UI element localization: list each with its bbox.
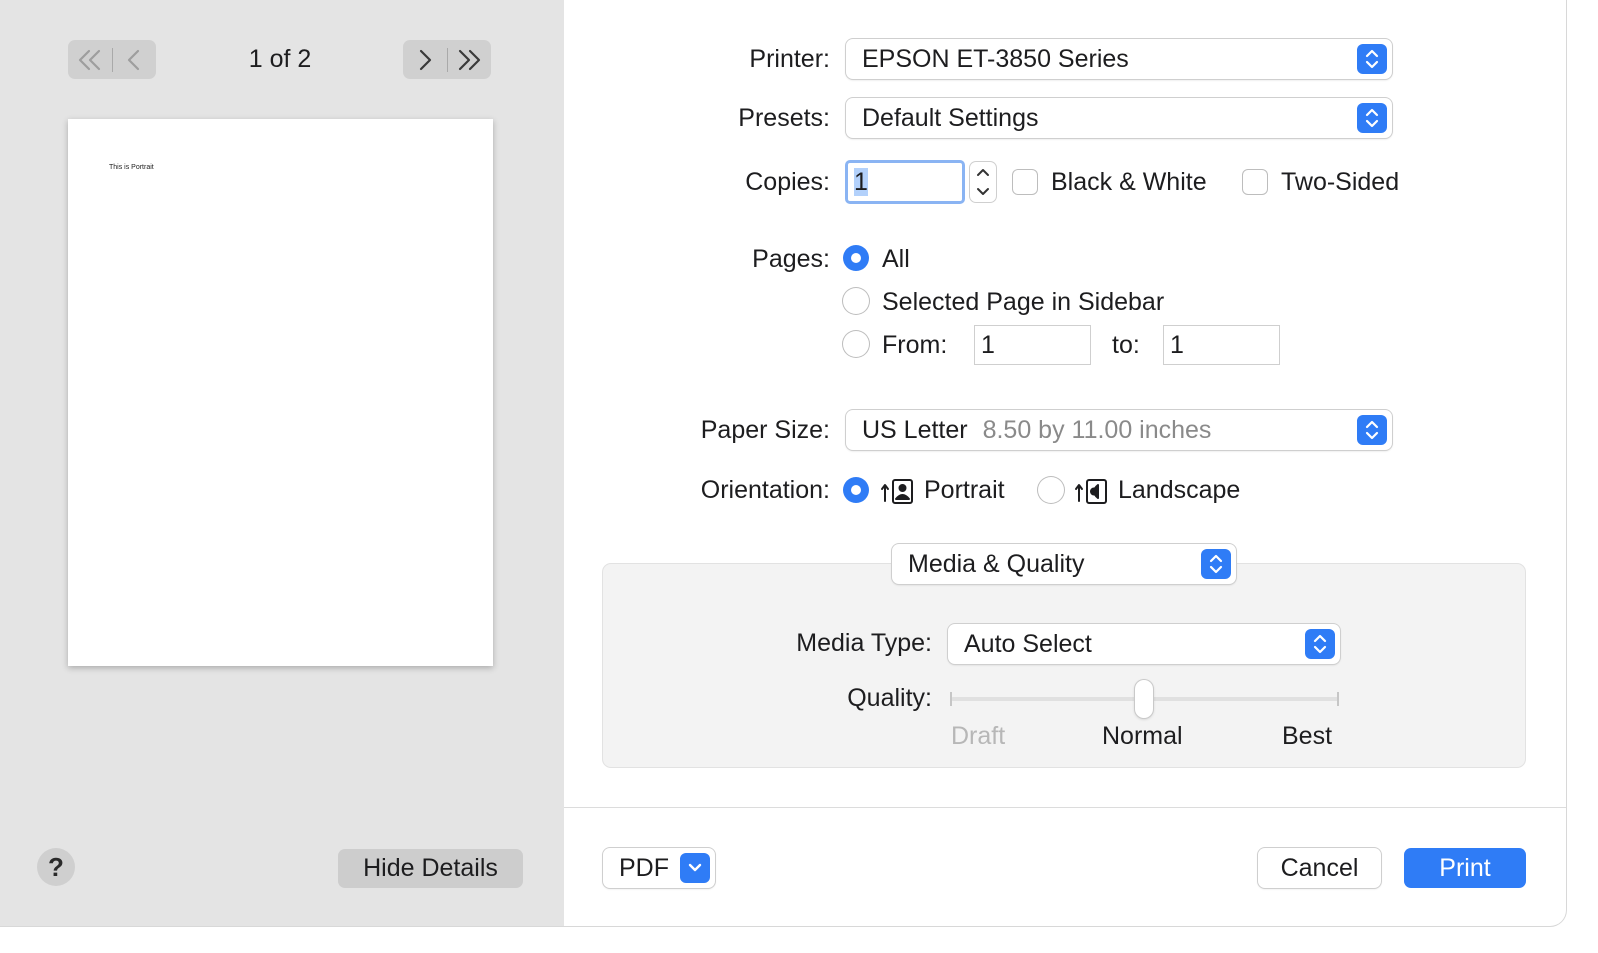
pages-label: Pages: (752, 245, 830, 273)
quality-normal-label: Normal (1102, 722, 1183, 750)
forward-navigation (403, 40, 491, 79)
pages-from-field[interactable]: 1 (975, 326, 1090, 364)
presets-label: Presets: (738, 104, 830, 132)
landscape-label: Landscape (1118, 476, 1241, 504)
quality-slider-thumb[interactable] (1135, 680, 1153, 718)
previous-page-button[interactable] (113, 40, 157, 79)
print-button[interactable]: Print (1404, 848, 1526, 888)
black-white-label: Black & White (1051, 168, 1207, 196)
print-dialog: 1 of 2 This is Portrait ? Hide Details P… (0, 0, 1566, 926)
quality-tick-best (1337, 692, 1339, 706)
double-chevron-left-icon (78, 49, 100, 70)
quality-tick-draft (950, 692, 952, 706)
copies-stepper[interactable] (970, 162, 996, 202)
back-navigation (68, 40, 156, 79)
page-preview-text: This is Portrait (109, 164, 154, 171)
pages-selected-radio[interactable] (843, 288, 869, 314)
copies-value: 1 (854, 168, 868, 196)
landscape-orientation-icon (1075, 479, 1107, 504)
section-value: Media & Quality (908, 550, 1085, 578)
two-sided-checkbox[interactable] (1243, 170, 1267, 194)
orientation-label: Orientation: (700, 476, 830, 504)
media-type-popup[interactable]: Auto Select (948, 624, 1340, 664)
portrait-label: Portrait (924, 476, 1005, 504)
pages-to-field[interactable]: 1 (1164, 326, 1279, 364)
updown-chevron-icon (1357, 415, 1387, 445)
section-popup[interactable]: Media & Quality (892, 544, 1236, 584)
pages-all-radio[interactable] (843, 245, 869, 271)
portrait-orientation-icon (881, 479, 913, 504)
chevron-right-icon (419, 49, 431, 70)
pages-from-label: From: (882, 331, 948, 359)
landscape-radio[interactable] (1038, 477, 1064, 503)
preview-pane: 1 of 2 This is Portrait ? Hide Details (0, 0, 564, 926)
page-indicator: 1 of 2 (248, 45, 312, 73)
media-quality-panel (603, 564, 1525, 767)
pages-range-radio[interactable] (843, 331, 869, 357)
cancel-button[interactable]: Cancel (1258, 848, 1381, 888)
quality-label: Quality: (847, 684, 932, 712)
chevron-down-icon (680, 853, 710, 883)
portrait-radio[interactable] (843, 477, 869, 503)
help-button[interactable]: ? (37, 848, 75, 886)
paper-size-popup[interactable]: US Letter 8.50 by 11.00 inches (846, 410, 1392, 450)
updown-chevron-icon (1201, 549, 1231, 579)
chevron-left-icon (128, 49, 140, 70)
stepper-arrows-icon (977, 169, 989, 195)
black-white-checkbox[interactable] (1013, 170, 1037, 194)
pdf-menu-button[interactable]: PDF (603, 848, 715, 888)
pages-selected-label: Selected Page in Sidebar (882, 288, 1165, 316)
pdf-label: PDF (619, 854, 669, 882)
pages-to-label: to: (1112, 331, 1140, 359)
page-preview: This is Portrait (68, 119, 493, 666)
paper-size-detail: 8.50 by 11.00 inches (982, 416, 1212, 444)
last-page-button[interactable] (448, 40, 492, 79)
next-page-button[interactable] (403, 40, 447, 79)
updown-chevron-icon (1357, 44, 1387, 74)
quality-draft-label: Draft (951, 722, 1006, 750)
printer-popup[interactable]: EPSON ET-3850 Series (846, 39, 1392, 79)
quality-best-label: Best (1282, 722, 1333, 750)
two-sided-label: Two-Sided (1281, 168, 1400, 196)
copies-field[interactable]: 1 (845, 160, 965, 204)
double-chevron-right-icon (459, 49, 481, 70)
printer-label: Printer: (749, 45, 830, 73)
presets-popup[interactable]: Default Settings (846, 98, 1392, 138)
media-type-value: Auto Select (964, 630, 1092, 658)
presets-value: Default Settings (862, 104, 1039, 132)
pages-all-label: All (882, 245, 910, 273)
hide-details-button[interactable]: Hide Details (338, 849, 523, 888)
paper-size-value: US Letter (862, 416, 968, 444)
first-page-button[interactable] (68, 40, 112, 79)
footer-divider (564, 807, 1566, 808)
paper-size-label: Paper Size: (700, 416, 830, 444)
printer-value: EPSON ET-3850 Series (862, 45, 1129, 73)
updown-chevron-icon (1357, 103, 1387, 133)
updown-chevron-icon (1305, 629, 1335, 659)
copies-label: Copies: (745, 168, 830, 196)
media-type-label: Media Type: (796, 629, 932, 657)
